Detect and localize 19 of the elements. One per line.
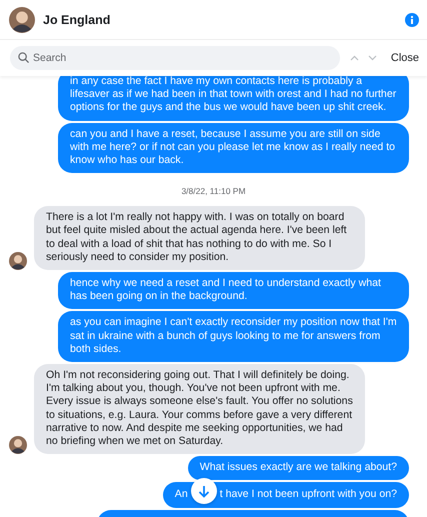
avatar: [9, 6, 35, 32]
info-icon[interactable]: [405, 12, 419, 26]
search-field[interactable]: Search: [10, 46, 340, 70]
sent-message: as you can imagine I can't exactly reconsider my position now that I'm sat in ukraine with a bunch of guys looking to me for answers from both sides.: [58, 311, 409, 362]
message-text: An: [174, 488, 188, 500]
close-button[interactable]: Close: [390, 52, 419, 64]
received-message: Oh I'm not reconsidering going out. That I will definitely be doing. I'm talking about you, though. You've not been upfront with me. Every issue is always someone else's fault. You offer no solutions to situations, e.g. Laura. Your comms before gave a very different narrative to now. And despite me seeking opportunities, we had no briefing when we met on Saturday.: [34, 364, 365, 454]
avatar: [9, 436, 27, 454]
sent-message: What issues exactly are we talking about?: [188, 456, 409, 480]
arrow-down-icon: [198, 484, 210, 498]
sent-message: hence why we need a reset and I need to understand exactly what has been going on in the background.: [58, 272, 409, 310]
contact-name: Jo England: [43, 12, 112, 26]
received-message: There is a lot I'm really not happy with. I was on totally on board but feel quite misled about the actual agenda here. I've been left to deal with a load of shit that has nothing to do with me. So I seriously need to consider my position.: [34, 206, 365, 270]
sent-message: in any case the fact I have my own contacts here is probably a lifesaver as if we had been in that town with orest and I had no further options for the guys and the bus we would have been up shit creek.: [58, 76, 409, 121]
avatar: [9, 252, 27, 270]
message-text: t have I not been upfront with you on?: [220, 488, 397, 500]
scroll-down-button[interactable]: [190, 478, 217, 504]
timestamp: 3/8/22, 11:10 PM: [180, 185, 247, 198]
sent-message: can you and I have a reset, because I assume you are still on side with me here? or if not can you please let me know as I really need to know who has our back.: [58, 122, 409, 174]
